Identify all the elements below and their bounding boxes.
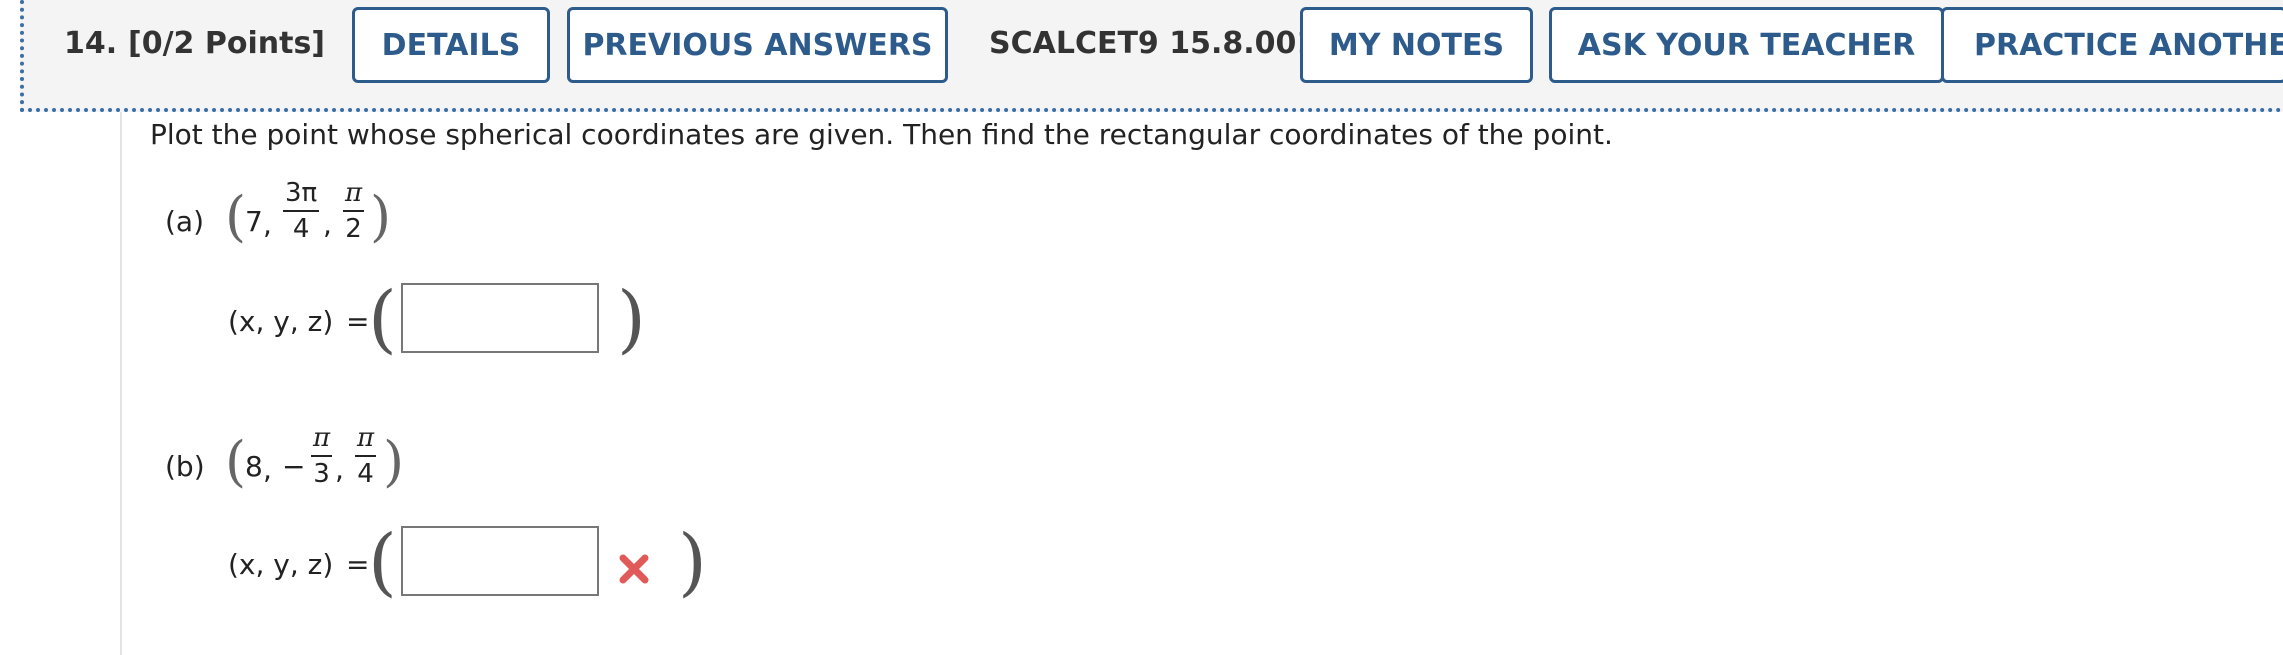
part-a-theta: 3π 4 <box>283 178 320 244</box>
part-b-phi: π 4 <box>355 423 377 489</box>
part-b-theta-bar <box>311 455 333 457</box>
part-a-open-paren: ( <box>225 185 247 248</box>
part-a-answer-input[interactable] <box>401 283 599 353</box>
part-a-lhs: (x, y, z) <box>228 305 334 338</box>
part-b-theta: π 3 <box>311 423 333 489</box>
part-b-equals: = <box>346 548 370 581</box>
part-a-theta-denominator: 4 <box>292 214 310 244</box>
part-a-phi-bar <box>343 210 365 212</box>
part-b-phi-bar <box>355 455 377 457</box>
part-a-phi-numerator: π <box>345 178 363 208</box>
question-points: [0/2 Points] <box>128 26 326 61</box>
part-b-lhs: (x, y, z) <box>228 548 334 581</box>
part-b-comma-2: , <box>335 453 344 486</box>
part-b-comma-1: , <box>263 453 272 486</box>
part-b-answer-input[interactable] <box>401 526 599 596</box>
part-a-answer-open-paren: ( <box>368 276 397 362</box>
part-a-theta-bar <box>283 210 320 212</box>
part-b-label: (b) <box>165 450 205 483</box>
content-left-rule <box>120 112 122 655</box>
part-a-close-paren: ) <box>370 185 392 248</box>
part-a-phi-denominator: 2 <box>345 214 362 244</box>
part-a-rho: 7 <box>245 205 263 238</box>
question-number: 14. <box>64 26 118 61</box>
previous-answers-button[interactable]: PREVIOUS ANSWERS <box>567 7 948 83</box>
ask-your-teacher-button[interactable]: ASK YOUR TEACHER <box>1549 7 1944 83</box>
part-a-comma-1: , <box>263 208 272 241</box>
question-code: SCALCET9 15.8.001. <box>989 26 1329 61</box>
incorrect-x-mark-icon <box>619 554 649 584</box>
part-a-theta-numerator: 3π <box>285 178 318 208</box>
part-b-minus-sign: − <box>282 450 306 483</box>
part-b-answer-open-paren: ( <box>368 519 397 605</box>
part-b-theta-numerator: π <box>313 423 331 453</box>
part-b-open-paren: ( <box>225 430 247 493</box>
part-b-phi-numerator: π <box>357 423 375 453</box>
part-a-equals: = <box>346 305 370 338</box>
part-b-phi-denominator: 4 <box>357 459 374 489</box>
part-b-theta-denominator: 3 <box>313 459 330 489</box>
details-button[interactable]: DETAILS <box>352 7 550 83</box>
part-a-label: (a) <box>165 205 205 238</box>
part-a-comma-2: , <box>323 208 332 241</box>
question-header: 14. [0/2 Points] DETAILS PREVIOUS ANSWER… <box>20 0 2283 112</box>
practice-another-button[interactable]: PRACTICE ANOTHER <box>1941 7 2283 83</box>
my-notes-button[interactable]: MY NOTES <box>1300 7 1533 83</box>
part-b-close-paren: ) <box>383 430 405 493</box>
part-a-phi: π 2 <box>343 178 365 244</box>
part-b-answer-close-paren: ) <box>678 519 707 605</box>
part-a-answer-close-paren: ) <box>617 276 646 362</box>
part-b-rho: 8 <box>245 450 263 483</box>
question-prompt: Plot the point whose spherical coordinat… <box>150 118 1613 151</box>
